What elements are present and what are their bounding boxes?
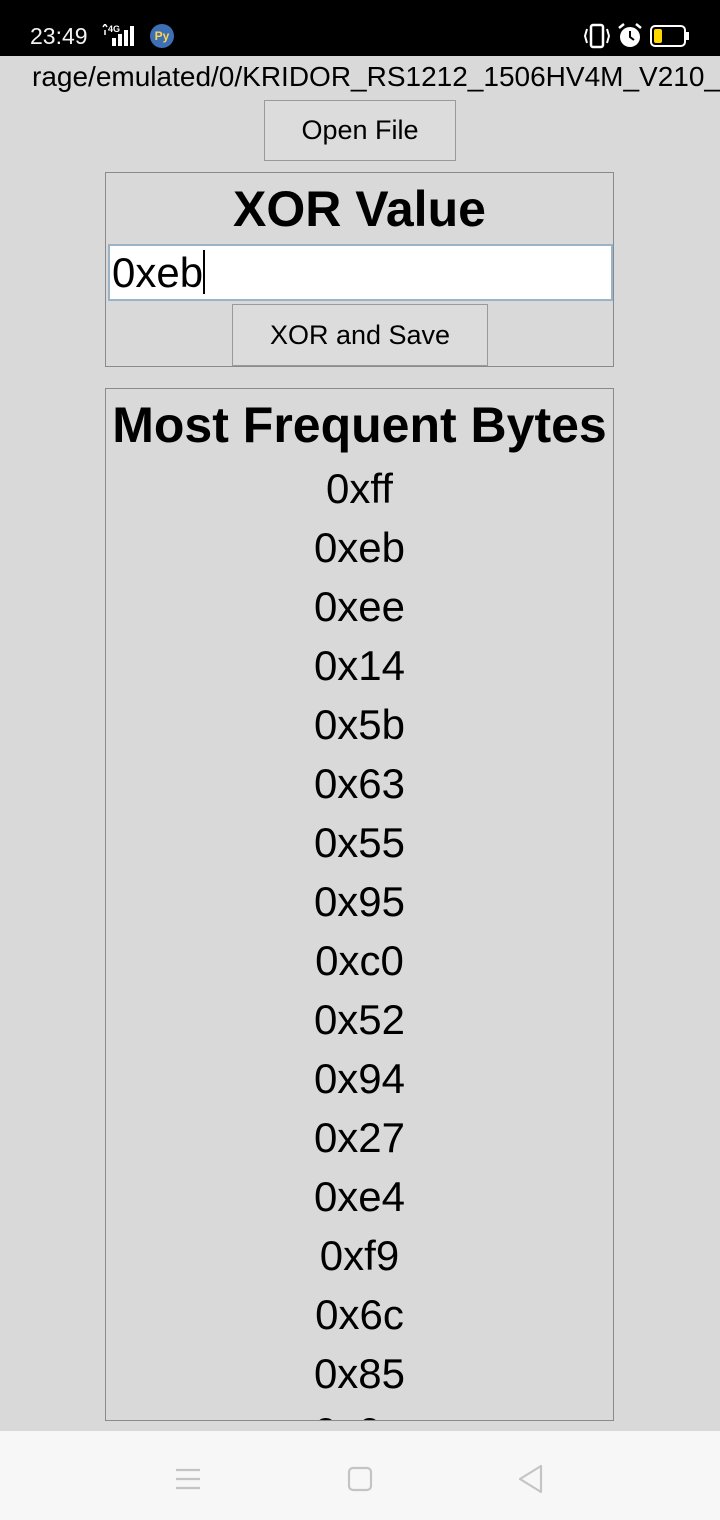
- menu-icon[interactable]: [168, 1459, 208, 1499]
- list-item: 0x94: [313, 1055, 406, 1102]
- text-caret: [203, 250, 206, 294]
- xor-value-input[interactable]: 0xeb: [108, 244, 613, 301]
- list-item: 0x5b: [313, 701, 406, 748]
- vibrate-icon: [583, 23, 611, 49]
- list-item: 0x63: [313, 760, 406, 807]
- list-item: 0x55: [313, 819, 406, 866]
- status-time: 23:49: [30, 23, 88, 49]
- xor-panel: XOR Value 0xeb XOR and Save: [105, 172, 614, 367]
- list-item: 0xff: [326, 465, 393, 512]
- list-item: 0x85: [313, 1350, 406, 1397]
- status-bar: 23:49 4G Py: [0, 0, 720, 56]
- frequent-bytes-title: Most Frequent Bytes: [112, 397, 607, 453]
- frequent-bytes-list[interactable]: 0xff 0xeb 0xee 0x14 0x5b 0x63 0x55 0x95 …: [106, 459, 613, 1420]
- xor-value-text: 0xeb: [112, 249, 204, 296]
- list-item: 0xee: [313, 583, 406, 630]
- status-indicators: [582, 22, 690, 50]
- file-path: rage/emulated/0/KRIDOR_RS1212_1506HV4M_V…: [0, 56, 720, 100]
- cellular-signal-icon: 4G: [101, 24, 141, 48]
- python-app-icon: Py: [150, 24, 174, 48]
- navigation-bar: [0, 1431, 720, 1520]
- xor-and-save-button[interactable]: XOR and Save: [232, 304, 488, 366]
- list-item: 0x14: [313, 642, 406, 689]
- list-item: 0xf9: [319, 1232, 400, 1279]
- xor-title: XOR Value: [233, 181, 486, 237]
- home-icon[interactable]: [340, 1459, 380, 1499]
- list-item: 0x27: [313, 1114, 406, 1161]
- back-icon[interactable]: [511, 1459, 551, 1499]
- list-item: 0xe4: [313, 1173, 406, 1220]
- list-item: 0xc0: [315, 937, 404, 984]
- list-item: 0x95: [313, 878, 406, 925]
- open-file-button[interactable]: Open File: [264, 100, 456, 161]
- battery-icon: [650, 25, 689, 47]
- list-item: 0xeb: [313, 524, 406, 571]
- list-item: 0x6c: [315, 1291, 404, 1338]
- alarm-icon: [618, 23, 642, 47]
- file-path-text: rage/emulated/0/KRIDOR_RS1212_1506HV4M_V…: [32, 61, 720, 92]
- list-item: 0x9a: [106, 1403, 613, 1420]
- list-item: 0x52: [313, 996, 406, 1043]
- frequent-bytes-panel[interactable]: Most Frequent Bytes 0xff 0xeb 0xee 0x14 …: [105, 388, 614, 1421]
